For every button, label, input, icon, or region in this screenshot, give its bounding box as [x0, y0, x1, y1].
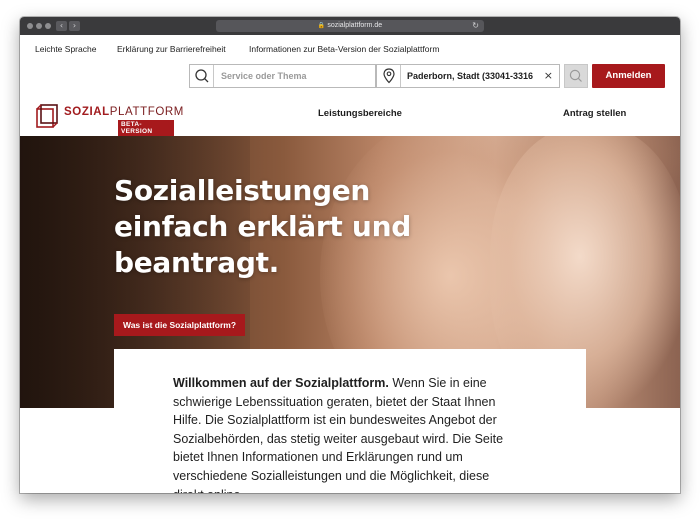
link-leichte-sprache[interactable]: Leichte Sprache	[35, 44, 96, 54]
url-text: sozialplattform.de	[327, 22, 383, 29]
back-button[interactable]: ‹	[56, 21, 67, 31]
logo-wordmark: SOZIALPLATTFORM	[64, 106, 184, 118]
close-window-icon[interactable]	[27, 23, 33, 29]
search-submit-icon	[569, 69, 582, 82]
welcome-text: Willkommen auf der Sozialplattform. Wenn…	[173, 374, 523, 493]
welcome-body: Wenn Sie in eine schwierige Lebenssituat…	[173, 376, 504, 493]
address-bar[interactable]: 🔒 sozialplattform.de ↻	[216, 20, 484, 32]
hero-cta-button[interactable]: Was ist die Sozialplattform?	[114, 314, 246, 336]
lock-icon: 🔒	[317, 23, 326, 29]
browser-window: ‹ › 🔒 sozialplattform.de ↻ Leichte Sprach…	[20, 17, 680, 493]
logo-part-plattform: PLATTFORM	[109, 106, 184, 118]
welcome-card: Willkommen auf der Sozialplattform. Wenn…	[114, 349, 586, 493]
forward-button[interactable]: ›	[69, 21, 80, 31]
welcome-lead: Willkommen auf der Sozialplattform.	[173, 376, 389, 390]
minimize-window-icon[interactable]	[36, 23, 42, 29]
link-beta-info[interactable]: Informationen zur Beta-Version der Sozia…	[249, 44, 439, 54]
nav-antrag-stellen[interactable]: Antrag stellen	[563, 108, 626, 119]
zoom-window-icon[interactable]	[45, 23, 51, 29]
location-field[interactable]: Paderborn, Stadt (33041-3316 ×	[376, 64, 560, 88]
logo-mark-icon	[36, 104, 58, 128]
location-value: Paderborn, Stadt (33041-3316	[407, 71, 534, 81]
logo-part-sozial: SOZIAL	[64, 106, 110, 118]
login-button[interactable]: Anmelden	[592, 64, 665, 88]
search-placeholder: Service oder Thema	[221, 71, 307, 81]
reload-icon[interactable]: ↻	[472, 20, 479, 32]
nav-leistungsbereiche[interactable]: Leistungsbereiche	[318, 108, 402, 119]
search-field[interactable]: Service oder Thema	[189, 64, 376, 88]
link-barrierefreiheit[interactable]: Erklärung zur Barrierefreiheit	[117, 44, 226, 54]
hero-title: Sozialleistungen einfach erklärt und bea…	[114, 174, 411, 279]
search-submit-button[interactable]	[564, 64, 588, 88]
map-pin-icon	[377, 65, 401, 87]
search-icon	[190, 65, 214, 87]
clear-location-icon[interactable]: ×	[544, 69, 553, 82]
site-logo[interactable]: SOZIALPLATTFORM BETA-VERSION	[34, 101, 183, 136]
browser-toolbar: ‹ › 🔒 sozialplattform.de ↻	[20, 17, 680, 35]
beta-badge: BETA-VERSION	[118, 120, 174, 136]
